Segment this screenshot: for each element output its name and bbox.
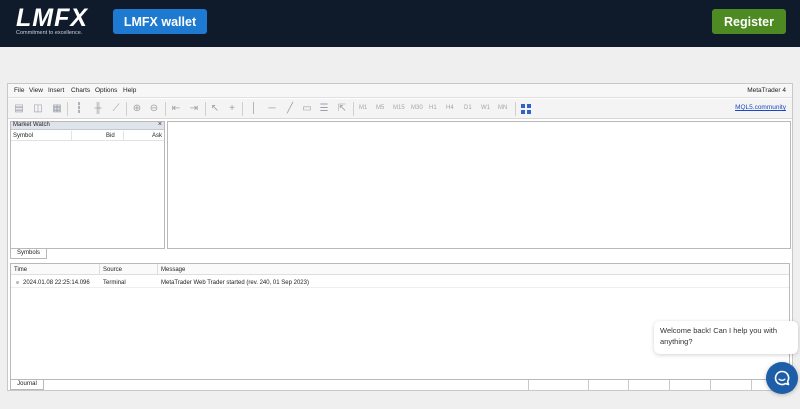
lmfx-logo[interactable]: LMFX Commitment to excellence. xyxy=(16,4,96,38)
column-source[interactable]: Source xyxy=(103,267,122,273)
menu-options[interactable]: Options xyxy=(95,87,117,94)
chart-workspace[interactable] xyxy=(167,121,791,249)
timeframe-d1[interactable]: D1 xyxy=(464,105,472,111)
timeframe-m1[interactable]: M1 xyxy=(359,105,367,111)
journal-header: Time Source Message xyxy=(11,264,789,275)
menu-help[interactable]: Help xyxy=(123,87,136,94)
column-bid[interactable]: Bid xyxy=(106,133,115,139)
column-ask[interactable]: Ask xyxy=(152,133,162,139)
chat-icon xyxy=(774,370,790,386)
toolbar-separator xyxy=(205,102,206,116)
menu-bar: File View Insert Charts Options Help Met… xyxy=(8,84,792,98)
trendline-icon[interactable]: ╱ xyxy=(284,103,296,115)
column-separator xyxy=(99,264,100,275)
arrows-icon[interactable]: ⇱ xyxy=(336,103,348,115)
lmfx-wallet-button[interactable]: LMFX wallet xyxy=(113,9,207,34)
site-header: LMFX Commitment to excellence. LMFX wall… xyxy=(0,0,800,47)
profiles-icon[interactable]: ▦ xyxy=(51,103,63,115)
toolbar-separator xyxy=(242,102,243,116)
close-icon[interactable]: × xyxy=(158,121,162,128)
menu-view[interactable]: View xyxy=(29,87,43,94)
menu-charts[interactable]: Charts xyxy=(71,87,90,94)
timeframe-m30[interactable]: M30 xyxy=(411,105,423,111)
status-separator xyxy=(628,380,629,390)
market-watch-title: Market Watch xyxy=(13,122,50,128)
journal-message: MetaTrader Web Trader started (rev. 240,… xyxy=(161,280,309,286)
column-separator xyxy=(123,131,124,141)
toolbar-separator xyxy=(353,102,354,116)
column-message[interactable]: Message xyxy=(161,267,185,273)
column-separator xyxy=(71,131,72,141)
journal-time: 2024.01.08 22:25:14.096 xyxy=(23,280,90,286)
menu-insert[interactable]: Insert xyxy=(48,87,64,94)
new-chart-icon[interactable]: ▤ xyxy=(13,103,25,115)
status-separator xyxy=(669,380,670,390)
toolbar: ▤ ◫ ▦ ┇ ╫ ⟋ ⊕ ⊖ ⇤ ⇥ ↖ + │ ─ ╱ ▭ ☰ ⇱ M1 M… xyxy=(8,99,792,119)
timeframe-mn[interactable]: MN xyxy=(498,105,507,111)
chart-shift-icon[interactable]: ⇥ xyxy=(188,103,200,115)
toolbar-separator xyxy=(515,102,516,116)
autoscroll-icon[interactable]: ⇤ xyxy=(170,103,182,115)
timeframe-h1[interactable]: H1 xyxy=(429,105,437,111)
status-separator xyxy=(710,380,711,390)
status-separator xyxy=(751,380,752,390)
text-label-icon[interactable]: ▭ xyxy=(301,103,313,115)
tab-symbols[interactable]: Symbols xyxy=(10,249,47,259)
journal-row[interactable]: 2024.01.08 22:25:14.096 Terminal MetaTra… xyxy=(11,278,789,288)
grid-layout-icon[interactable] xyxy=(521,104,531,114)
zoom-out-icon[interactable]: ⊖ xyxy=(148,103,160,115)
crosshair-icon[interactable]: + xyxy=(226,103,238,115)
logo-text: LMFX xyxy=(16,4,89,32)
market-watch-panel: Market Watch × Symbol Bid Ask xyxy=(10,121,165,249)
fibonacci-icon[interactable]: ☰ xyxy=(318,103,330,115)
status-separator xyxy=(588,380,589,390)
cursor-icon[interactable]: ↖ xyxy=(209,103,221,115)
toolbar-separator xyxy=(126,102,127,116)
timeframe-w1[interactable]: W1 xyxy=(481,105,490,111)
open-file-icon[interactable]: ◫ xyxy=(32,103,44,115)
timeframe-m5[interactable]: M5 xyxy=(376,105,384,111)
app-title: MetaTrader 4 xyxy=(747,87,786,94)
logo-tagline: Commitment to excellence. xyxy=(16,30,83,36)
vertical-line-icon[interactable]: │ xyxy=(248,103,260,115)
horizontal-line-icon[interactable]: ─ xyxy=(266,103,278,115)
timeframe-m15[interactable]: M15 xyxy=(393,105,405,111)
market-watch-titlebar: Market Watch × xyxy=(11,121,164,130)
market-watch-header: Symbol Bid Ask xyxy=(11,131,164,141)
toolbar-separator xyxy=(165,102,166,116)
log-status-icon xyxy=(16,281,19,284)
chat-launcher-button[interactable] xyxy=(766,362,798,394)
tab-journal[interactable]: Journal xyxy=(10,380,44,390)
status-separator xyxy=(528,380,529,390)
line-chart-icon[interactable]: ⟋ xyxy=(110,103,122,115)
journal-source: Terminal xyxy=(103,280,126,286)
bar-chart-icon[interactable]: ┇ xyxy=(73,103,85,115)
menu-file[interactable]: File xyxy=(14,87,24,94)
column-symbol[interactable]: Symbol xyxy=(13,133,33,139)
status-bar xyxy=(528,380,790,390)
chat-welcome-bubble[interactable]: Welcome back! Can I help you with anythi… xyxy=(654,321,798,354)
column-separator xyxy=(157,264,158,275)
candlestick-icon[interactable]: ╫ xyxy=(92,103,104,115)
zoom-in-icon[interactable]: ⊕ xyxy=(131,103,143,115)
column-time[interactable]: Time xyxy=(14,267,27,273)
mql5-community-link[interactable]: MQL5.community xyxy=(735,104,786,111)
toolbar-separator xyxy=(67,102,68,116)
register-button[interactable]: Register xyxy=(712,9,786,34)
timeframe-h4[interactable]: H4 xyxy=(446,105,454,111)
